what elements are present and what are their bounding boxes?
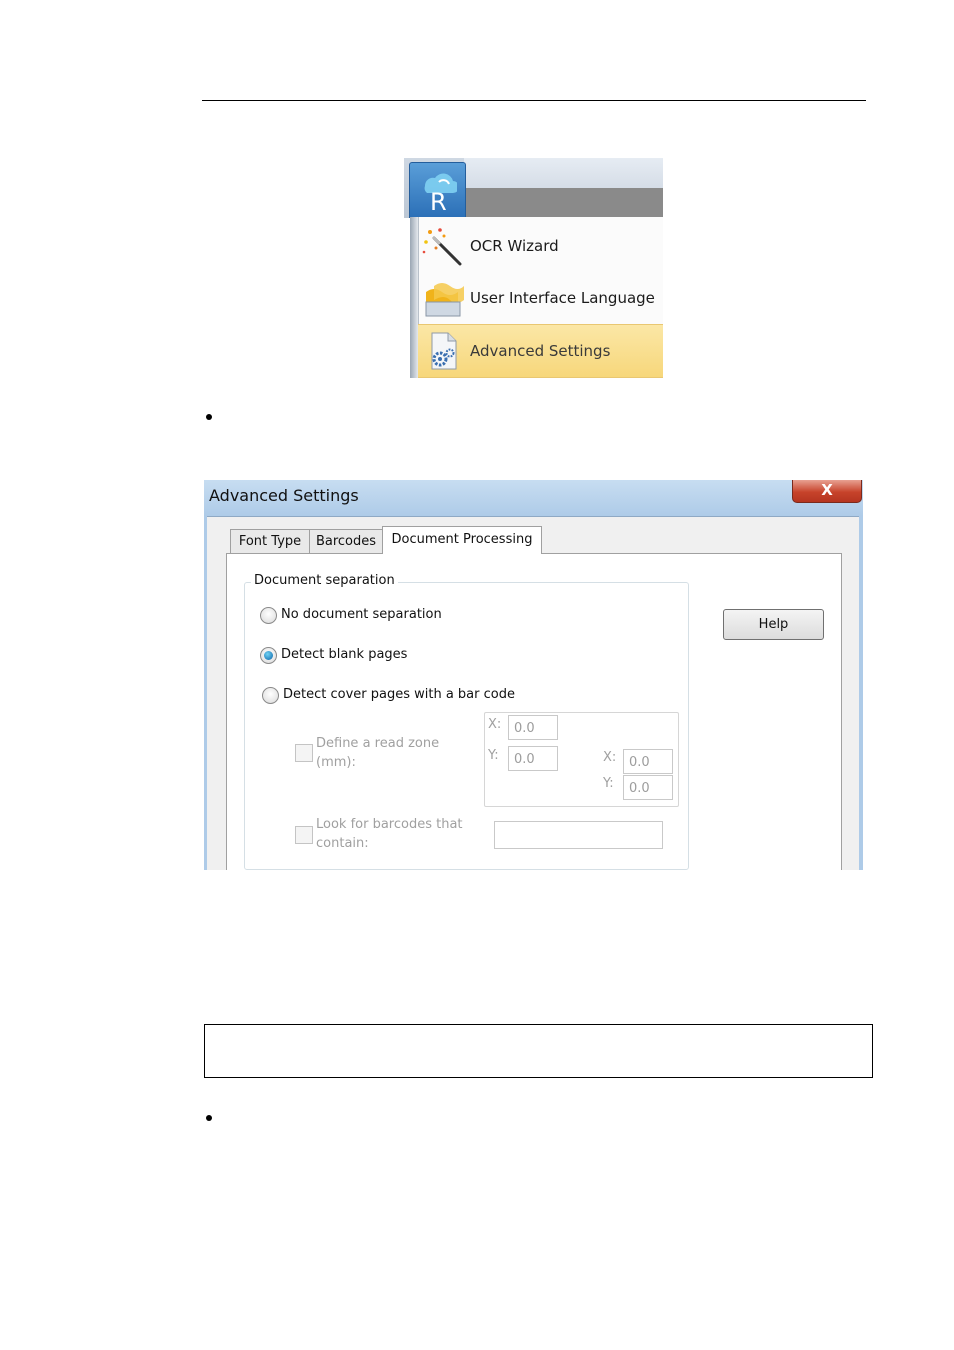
radio-no-document-separation[interactable] — [260, 607, 277, 624]
radio-detect-cover-pages[interactable] — [262, 687, 279, 704]
menu-top-bar-dark — [464, 188, 663, 218]
y2-input[interactable]: 0.0 — [623, 775, 673, 800]
tab-font-type[interactable]: Font Type — [230, 529, 310, 554]
document-separation-group: Document separation No document separati… — [244, 573, 689, 870]
tab-panel: Document separation No document separati… — [226, 553, 842, 870]
y2-label: Y: — [603, 776, 614, 791]
app-menu-button[interactable]: R — [409, 162, 466, 218]
x1-label: X: — [488, 717, 502, 732]
y1-input[interactable]: 0.0 — [508, 746, 558, 771]
close-icon: X — [821, 481, 833, 499]
menu-item-label: Advanced Settings — [470, 342, 611, 360]
magic-wand-icon — [420, 224, 470, 268]
menu-item-ocr-wizard[interactable]: OCR Wizard — [418, 220, 663, 272]
dialog-title: Advanced Settings — [209, 486, 359, 505]
option-label: Detect cover pages with a bar code — [283, 687, 515, 702]
x1-input[interactable]: 0.0 — [508, 715, 558, 740]
menu-left-strip — [410, 217, 418, 378]
dialog-client-area: Font Type Barcodes Document Processing D… — [207, 516, 859, 870]
dialog-title-bar: Advanced Settings X — [204, 480, 863, 516]
bullet — [206, 414, 212, 420]
y1-label: Y: — [488, 748, 499, 763]
language-flags-icon — [420, 276, 470, 320]
close-button[interactable]: X — [792, 480, 862, 503]
radio-detect-blank-pages[interactable] — [260, 647, 277, 664]
advanced-settings-dialog-screenshot: Advanced Settings X Font Type Barcodes D… — [204, 480, 863, 870]
menu-top-bar-light — [464, 158, 663, 188]
x2-label: X: — [603, 750, 617, 765]
menu-item-label: User Interface Language — [470, 289, 655, 307]
menu-item-user-interface-language[interactable]: User Interface Language — [418, 272, 663, 324]
x2-input[interactable]: 0.0 — [623, 749, 673, 774]
tab-barcodes[interactable]: Barcodes — [309, 529, 383, 554]
barcode-filter-label-line1: Look for barcodes that — [316, 817, 463, 832]
group-title: Document separation — [251, 573, 398, 588]
tab-document-processing[interactable]: Document Processing — [382, 526, 542, 554]
define-read-zone-checkbox[interactable] — [295, 744, 313, 762]
menu-item-advanced-settings[interactable]: Advanced Settings — [418, 324, 663, 378]
option-label: Detect blank pages — [281, 647, 408, 662]
settings-gear-document-icon — [420, 329, 470, 373]
note-box — [204, 1024, 873, 1078]
barcode-filter-input[interactable] — [494, 821, 663, 849]
bullet — [206, 1115, 212, 1121]
header-rule — [202, 100, 866, 101]
read-zone-label-line1: Define a read zone — [316, 736, 440, 751]
svg-text:R: R — [430, 188, 447, 212]
help-button[interactable]: Help — [723, 609, 824, 640]
barcode-filter-label-line2: contain: — [316, 836, 369, 851]
app-logo-icon: R — [424, 173, 457, 212]
look-for-barcodes-checkbox[interactable] — [295, 826, 313, 844]
menu-item-label: OCR Wizard — [470, 237, 559, 255]
option-label: No document separation — [281, 607, 442, 622]
application-menu-screenshot: R OCR Wizard User Interface Language Adv… — [404, 158, 663, 378]
read-zone-label-line2: (mm): — [316, 755, 356, 770]
dialog-frame — [859, 516, 863, 870]
